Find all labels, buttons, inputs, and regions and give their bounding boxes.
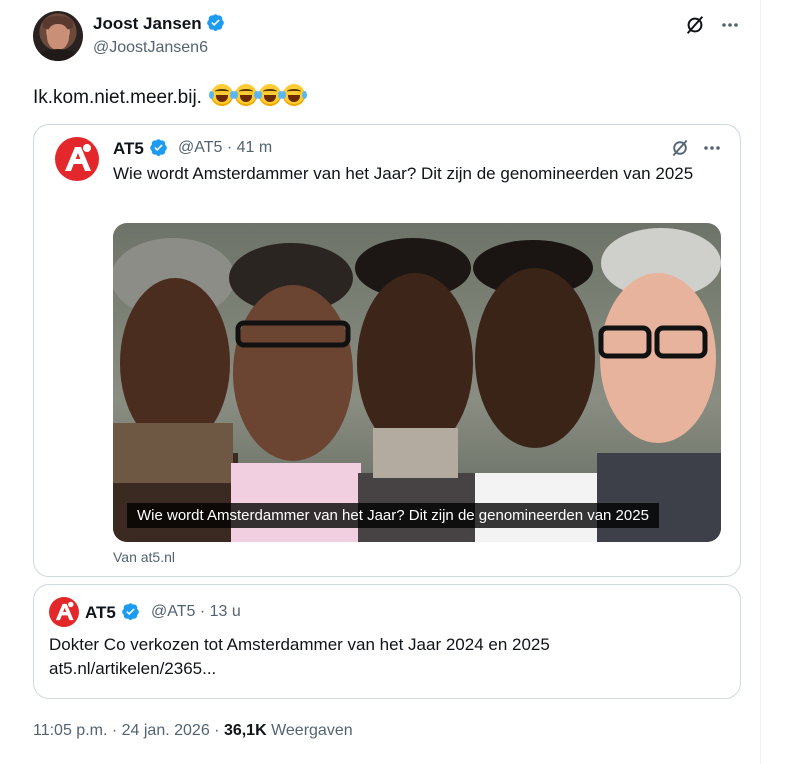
nested-handle-time[interactable]: @AT5 · 13 u — [151, 603, 241, 621]
quoted-handle-time[interactable]: @AT5 · 41 m — [178, 139, 272, 157]
more-icon[interactable] — [720, 15, 740, 35]
nested-tweet-line1: Dokter Co verkozen tot Amsterdammer van … — [49, 635, 550, 654]
tweet-footer: 11:05 p.m. · 24 jan. 2026 · 36,1K Weerga… — [33, 722, 353, 740]
at5-avatar-icon[interactable] — [55, 137, 99, 181]
timeline-border — [760, 0, 761, 764]
tweet-text: Ik.kom.niet.meer.bij. — [33, 84, 308, 109]
nested-tweet-text: Dokter Co verkozen tot Amsterdammer van … — [49, 633, 550, 681]
quoted-actions-top — [670, 138, 722, 163]
quoted-author-name[interactable]: AT5 — [113, 138, 168, 159]
timestamp[interactable]: 11:05 p.m. · 24 jan. 2026 · — [33, 722, 224, 739]
author-name-text[interactable]: Joost Jansen — [93, 14, 202, 33]
author-handle[interactable]: @JoostJansen6 — [93, 39, 208, 57]
quoted-tweet-text: Wie wordt Amsterdammer van het Jaar? Dit… — [113, 164, 694, 183]
tears-of-joy-emoji-icon — [257, 84, 284, 106]
quoted-author-name-text[interactable]: AT5 — [113, 139, 144, 158]
nested-author-name-text[interactable]: AT5 — [85, 603, 116, 622]
verified-badge-icon — [121, 603, 139, 620]
grok-icon[interactable] — [670, 138, 690, 163]
photo-caption: Wie wordt Amsterdammer van het Jaar? Dit… — [127, 503, 659, 528]
tears-of-joy-emoji-icon — [233, 84, 260, 106]
tweet-actions-top — [684, 14, 740, 36]
nested-tweet-link[interactable]: at5.nl/artikelen/2365... — [49, 657, 550, 681]
verified-badge-icon — [149, 139, 167, 156]
grok-icon[interactable] — [684, 14, 706, 36]
verified-badge-icon — [207, 14, 225, 31]
emoji-row — [209, 84, 308, 106]
views-label: Weergaven — [271, 722, 353, 739]
tears-of-joy-emoji-icon — [209, 84, 236, 106]
author-avatar[interactable] — [33, 11, 83, 61]
source-link[interactable]: Van at5.nl — [113, 549, 175, 565]
at5-avatar-icon[interactable] — [49, 597, 79, 627]
author-name[interactable]: Joost Jansen — [93, 13, 225, 34]
nested-author-name[interactable]: AT5 — [85, 602, 140, 623]
views-count: 36,1K — [223, 722, 267, 739]
more-icon[interactable] — [702, 138, 722, 163]
tears-of-joy-emoji-icon — [281, 84, 308, 106]
tweet-text-content: Ik.kom.niet.meer.bij. — [33, 87, 202, 108]
nominees-photo[interactable] — [113, 223, 721, 542]
